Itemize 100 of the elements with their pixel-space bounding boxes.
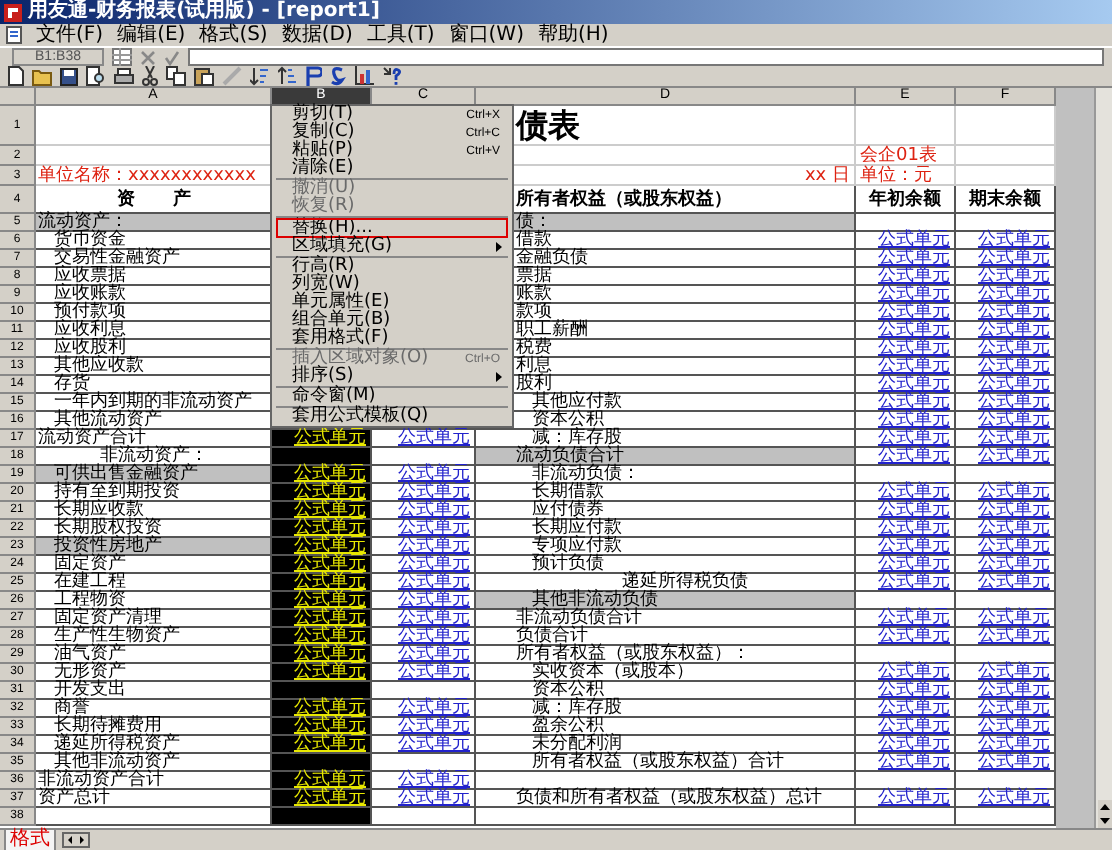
- menu-item[interactable]: 命令窗(M): [276, 388, 508, 406]
- formula-cell[interactable]: 公式单元: [856, 268, 956, 286]
- row-label: 商誉: [36, 700, 272, 718]
- formula-cell[interactable]: 公式单元: [272, 538, 372, 556]
- row-label: 其他非流动资产: [36, 754, 272, 772]
- formula-cell[interactable]: 公式单元: [372, 520, 476, 538]
- menu-item[interactable]: 格式(S): [199, 24, 268, 46]
- formula-cell[interactable]: 公式单元: [272, 772, 372, 790]
- formula-cell[interactable]: 公式单元: [372, 502, 476, 520]
- formula-cell[interactable]: 公式单元: [856, 340, 956, 358]
- formula-cell[interactable]: 公式单元: [372, 538, 476, 556]
- menu-item[interactable]: 工具(T): [366, 24, 435, 46]
- menu-item[interactable]: 帮助(H): [537, 24, 609, 46]
- formula-cell[interactable]: 公式单元: [856, 502, 956, 520]
- formula-cell[interactable]: 公式单元: [856, 664, 956, 682]
- formula-cell[interactable]: 公式单元: [856, 412, 956, 430]
- formula-cell[interactable]: 公式单元: [372, 664, 476, 682]
- note-text: 会企01表: [856, 146, 956, 166]
- formula-cell[interactable]: 公式单元: [856, 430, 956, 448]
- formula-cell[interactable]: 公式单元: [372, 646, 476, 664]
- row-label: 资产总计: [36, 790, 272, 808]
- formula-cell[interactable]: 公式单元: [372, 718, 476, 736]
- formula-cell[interactable]: 公式单元: [856, 556, 956, 574]
- formula-cell[interactable]: 公式单元: [856, 610, 956, 628]
- menu-item[interactable]: 窗口(W): [448, 24, 524, 46]
- row-label: 在建工程: [36, 574, 272, 592]
- formula-cell[interactable]: 公式单元: [272, 466, 372, 484]
- formula-cell[interactable]: 公式单元: [856, 394, 956, 412]
- note-text: 单位：元: [856, 166, 956, 186]
- menu-item[interactable]: 排序(S): [276, 368, 508, 386]
- formula-cell[interactable]: 公式单元: [372, 628, 476, 646]
- formula-cell[interactable]: 公式单元: [856, 736, 956, 754]
- formula-cell[interactable]: 公式单元: [272, 646, 372, 664]
- formula-cell[interactable]: 公式单元: [372, 574, 476, 592]
- formula-cell[interactable]: 公式单元: [372, 556, 476, 574]
- row-label: 应付债券: [476, 502, 856, 520]
- row-label: 油气资产: [36, 646, 272, 664]
- formula-cell[interactable]: 公式单元: [856, 304, 956, 322]
- formula-cell[interactable]: 公式单元: [856, 322, 956, 340]
- menu-item[interactable]: 套用公式模板(Q): [276, 408, 508, 426]
- formula-cell[interactable]: 公式单元: [272, 574, 372, 592]
- row-label: 长期借款: [476, 484, 856, 502]
- menu-item[interactable]: 数据(D): [281, 24, 353, 46]
- column-heading: 年初余额: [856, 186, 956, 214]
- formula-cell[interactable]: 公式单元: [272, 610, 372, 628]
- formula-cell[interactable]: 公式单元: [372, 772, 476, 790]
- formula-cell[interactable]: 公式单元: [272, 502, 372, 520]
- formula-cell[interactable]: 公式单元: [372, 736, 476, 754]
- formula-cell[interactable]: 公式单元: [856, 682, 956, 700]
- formula-cell[interactable]: 公式单元: [272, 520, 372, 538]
- formula-cell[interactable]: 公式单元: [272, 736, 372, 754]
- formula-cell[interactable]: 公式单元: [272, 664, 372, 682]
- menu-item[interactable]: 文件(F): [36, 24, 104, 46]
- formula-cell[interactable]: 公式单元: [856, 448, 956, 466]
- row-label: 长期应收款: [36, 502, 272, 520]
- formula-cell[interactable]: 公式单元: [856, 574, 956, 592]
- formula-cell[interactable]: 公式单元: [856, 286, 956, 304]
- row-label: 非流动负债合计: [476, 610, 856, 628]
- formula-cell[interactable]: 公式单元: [372, 790, 476, 808]
- formula-cell[interactable]: 公式单元: [856, 628, 956, 646]
- formula-cell[interactable]: 公式单元: [856, 718, 956, 736]
- formula-cell[interactable]: 公式单元: [372, 466, 476, 484]
- formula-cell[interactable]: 公式单元: [856, 484, 956, 502]
- formula-cell[interactable]: 公式单元: [856, 358, 956, 376]
- row-label: 负债合计: [476, 628, 856, 646]
- row-label: 流动负债合计: [476, 448, 856, 466]
- formula-cell[interactable]: 公式单元: [272, 484, 372, 502]
- row-label: 盈余公积: [476, 718, 856, 736]
- formula-cell[interactable]: 公式单元: [856, 520, 956, 538]
- formula-cell[interactable]: 公式单元: [272, 790, 372, 808]
- row-label: 负债和所有者权益（或股东权益）总计: [476, 790, 856, 808]
- formula-cell[interactable]: 公式单元: [856, 754, 956, 772]
- formula-cell[interactable]: 公式单元: [856, 790, 956, 808]
- formula-cell[interactable]: 公式单元: [272, 556, 372, 574]
- mode-tab[interactable]: 格式: [4, 828, 56, 850]
- row-label: 投资性房地产: [36, 538, 272, 556]
- row-label: 长期应付款: [476, 520, 856, 538]
- row-label: 实收资本（或股本）: [476, 664, 856, 682]
- formula-cell[interactable]: 公式单元: [272, 430, 372, 448]
- row-label: 减：库存股: [476, 700, 856, 718]
- formula-cell[interactable]: 公式单元: [856, 538, 956, 556]
- formula-cell[interactable]: 公式单元: [856, 700, 956, 718]
- row-label: 开发支出: [36, 682, 272, 700]
- row-label: 所有者权益（或股东权益）：: [476, 646, 856, 664]
- formula-cell[interactable]: 公式单元: [272, 628, 372, 646]
- menu-item[interactable]: 区域填充(G): [276, 238, 508, 256]
- menu-item[interactable]: 编辑(E): [117, 24, 186, 46]
- row-label: 生产性生物资产: [36, 628, 272, 646]
- formula-cell[interactable]: 公式单元: [372, 610, 476, 628]
- formula-cell[interactable]: 公式单元: [272, 700, 372, 718]
- formula-cell[interactable]: 公式单元: [272, 718, 372, 736]
- formula-cell[interactable]: 公式单元: [272, 592, 372, 610]
- formula-cell[interactable]: 公式单元: [856, 376, 956, 394]
- formula-cell[interactable]: 公式单元: [856, 232, 956, 250]
- formula-cell[interactable]: 公式单元: [372, 430, 476, 448]
- row-label: 专项应付款: [476, 538, 856, 556]
- row-label: 固定资产: [36, 556, 272, 574]
- formula-cell[interactable]: 公式单元: [372, 700, 476, 718]
- formula-cell[interactable]: 公式单元: [372, 484, 476, 502]
- formula-cell[interactable]: 公式单元: [856, 250, 956, 268]
